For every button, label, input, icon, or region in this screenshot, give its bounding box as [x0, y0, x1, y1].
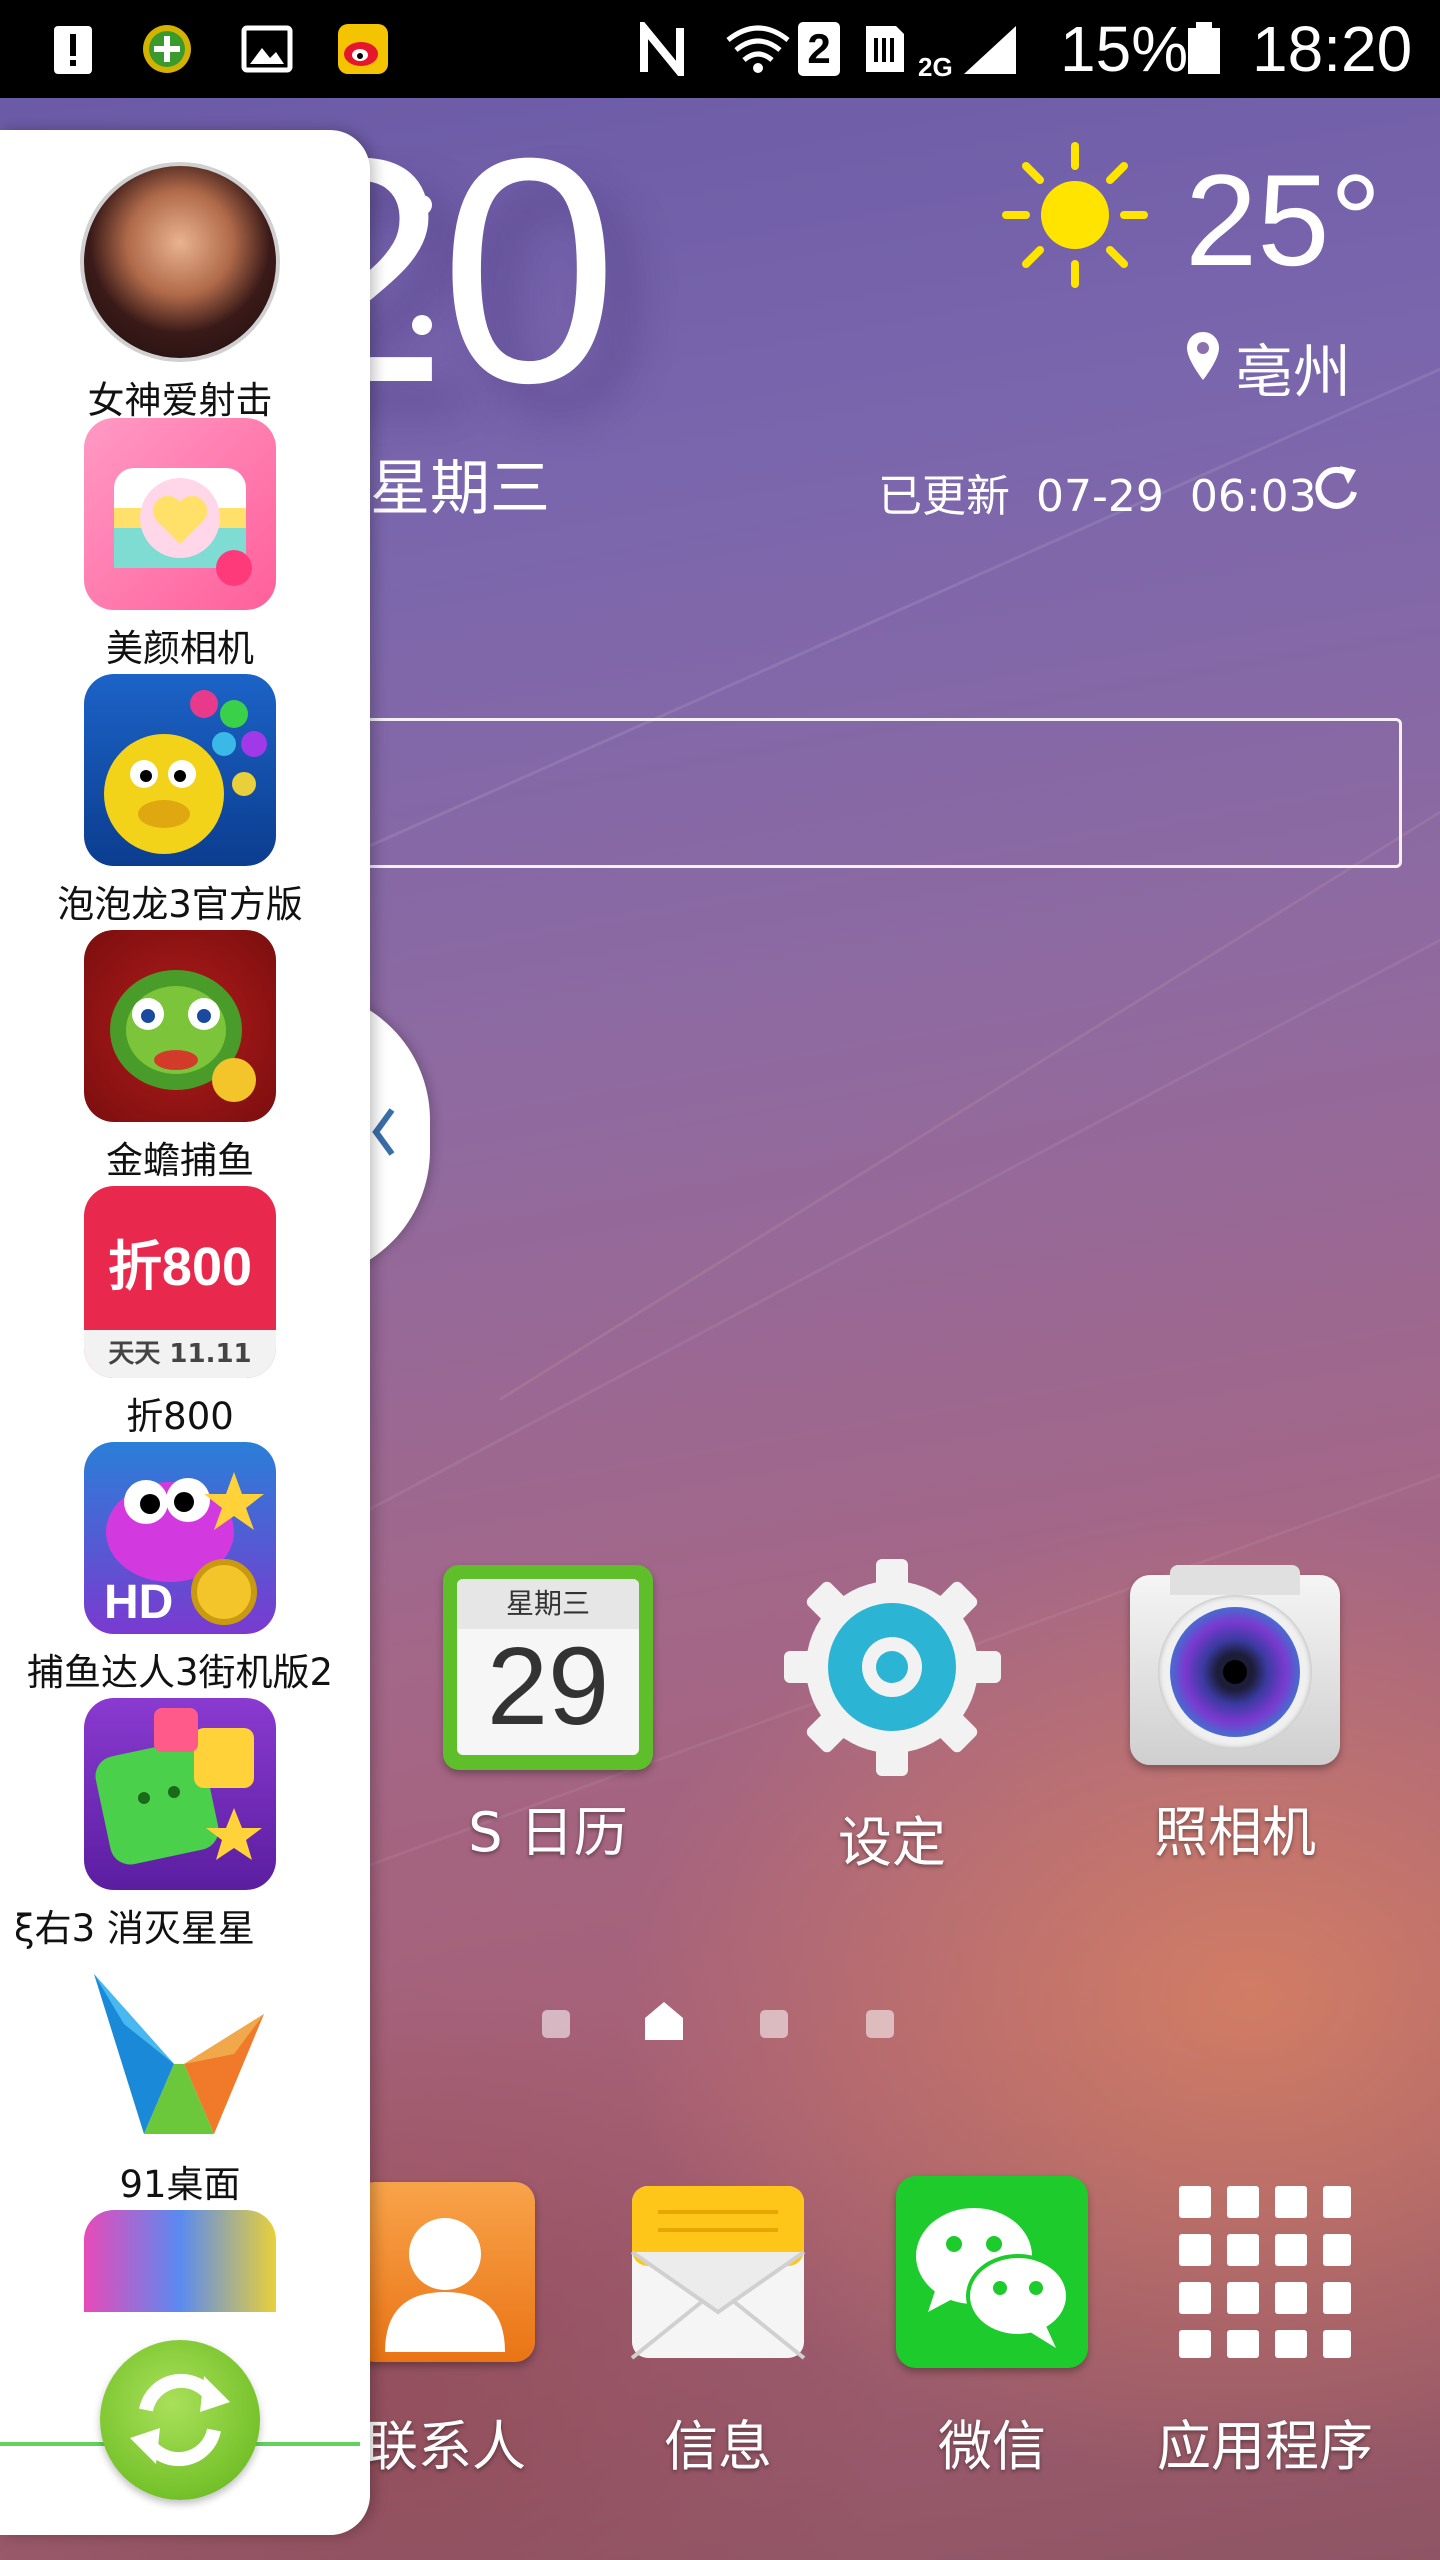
app-label: 设定: [838, 1811, 946, 1874]
panel-app-nvshen[interactable]: 女神爱射击: [0, 162, 360, 424]
data-usage-icon: [862, 22, 908, 76]
panel-app-label: 金蟾捕鱼: [106, 1139, 254, 1182]
location-pin-icon: [1185, 330, 1221, 386]
dock-app-drawer[interactable]: 应用程序: [1135, 2182, 1395, 2481]
panel-app-golden-toad[interactable]: 金蟾捕鱼: [0, 930, 360, 1184]
battery-percent: 15%: [1060, 13, 1189, 85]
camera-icon: [1130, 1565, 1340, 1770]
fishing-master-icon: HD: [84, 1442, 276, 1634]
panel-app-label: 91桌面: [119, 2163, 241, 2206]
golden-toad-fishing-icon: [84, 930, 276, 1122]
page-dot[interactable]: [760, 2010, 788, 2038]
alert-icon: [46, 22, 100, 76]
panel-app-label: 捕鱼达人3街机版2: [26, 1651, 334, 1694]
zhe800-icon: 折800 天天 11.11: [84, 1186, 276, 1378]
app-store-plus-icon: [140, 22, 194, 76]
settings-gear-icon: [780, 1555, 1005, 1780]
chevron-left-icon: [368, 1102, 398, 1162]
weather-updated-date: 07-29: [1036, 471, 1164, 522]
messages-envelope-icon: [628, 2182, 808, 2362]
panel-app-label: 泡泡龙3官方版: [57, 883, 303, 926]
panel-app-fishing-master[interactable]: HD 捕鱼达人3街机版2: [0, 1442, 360, 1696]
weather-updated: 已更新 07-29 06:03: [878, 460, 1343, 524]
weather-temperature[interactable]: 25°: [1185, 150, 1382, 290]
app-settings[interactable]: 设定: [762, 1555, 1022, 1877]
panel-app-beauty-camera[interactable]: 美颜相机: [0, 418, 360, 672]
sim-slot-icon: 2: [798, 22, 840, 76]
zhe800-icon-text: 折800: [107, 1237, 253, 1297]
calendar-day: 29: [486, 1625, 610, 1748]
panel-app-label: 美颜相机: [106, 627, 254, 670]
wifi-icon: [722, 22, 794, 76]
app-label: S 日历: [468, 1801, 628, 1864]
status-time: 18:20: [1252, 13, 1413, 85]
battery-icon: [1186, 22, 1222, 76]
sun-icon[interactable]: [1000, 140, 1150, 290]
page-dot[interactable]: [542, 2010, 570, 2038]
weibo-icon: [336, 22, 390, 76]
weather-updated-label: 已更新: [878, 471, 1010, 522]
svg-text:HD: HD: [104, 1576, 173, 1629]
app-label: 信息: [664, 2415, 772, 2478]
panel-app-label: 女神爱射击: [87, 379, 273, 422]
wechat-icon: [896, 2176, 1088, 2368]
puzzle-game-icon: [84, 2210, 276, 2312]
search-bar[interactable]: [340, 718, 1402, 868]
dock-messages[interactable]: 信息: [588, 2182, 848, 2481]
app-label: 微信: [938, 2415, 1046, 2478]
panel-app-label: 折800: [126, 1395, 234, 1438]
panel-app-partial[interactable]: [0, 2210, 360, 2312]
gallery-icon: [240, 22, 294, 76]
page-dot[interactable]: [866, 2010, 894, 2038]
app-s-calendar[interactable]: 星期三 29 S 日历: [418, 1565, 678, 1867]
panel-app-pop-star[interactable]: ξ右3 消灭星星: [0, 1698, 360, 1952]
calendar-icon: 星期三 29: [443, 1565, 653, 1770]
weather-updated-time: 06:03: [1189, 471, 1317, 522]
panel-refresh-button[interactable]: [100, 2340, 260, 2500]
avatar-game-icon: [80, 162, 280, 362]
clock-colon-bottom: [412, 315, 432, 335]
contacts-icon: [355, 2182, 535, 2362]
clock-weekday: 星期三: [370, 454, 550, 524]
bubble-dragon-icon: [84, 674, 276, 866]
calendar-weekday: 星期三: [457, 1579, 639, 1629]
side-app-panel[interactable]: 女神爱射击 美颜相机 泡泡龙3官方版 金蟾捕鱼 折800 天天 11.11 折8…: [0, 130, 370, 2535]
network-type: 2G: [918, 52, 953, 82]
weather-city: 亳州: [1235, 338, 1352, 406]
panel-app-zhe800[interactable]: 折800 天天 11.11 折800: [0, 1186, 360, 1440]
status-bar: 2 2G 15% 18:20: [0, 0, 1440, 98]
home-page-icon[interactable]: [643, 2000, 685, 2042]
app-label: 照相机: [1154, 1801, 1316, 1864]
refresh-weather-icon[interactable]: [1310, 460, 1360, 514]
app-label: 应用程序: [1157, 2415, 1373, 2478]
91-desktop-icon: [84, 1954, 276, 2146]
clock-colon-top: [412, 195, 432, 215]
refresh-icon: [130, 2373, 230, 2467]
nfc-icon: [636, 16, 696, 84]
zhe800-icon-subtext: 天天 11.11: [84, 1330, 276, 1378]
app-camera[interactable]: 照相机: [1105, 1565, 1365, 1867]
dock-wechat[interactable]: 微信: [862, 2176, 1122, 2481]
beauty-camera-icon: [84, 418, 276, 610]
app-grid-icon: [1175, 2182, 1355, 2362]
pop-star-icon: [84, 1698, 276, 1890]
panel-app-bubble-dragon[interactable]: 泡泡龙3官方版: [0, 674, 360, 928]
signal-strength-icon: [960, 22, 1020, 76]
panel-app-label: ξ右3 消灭星星: [14, 1907, 255, 1950]
panel-app-91-desktop[interactable]: 91桌面: [0, 1954, 360, 2208]
